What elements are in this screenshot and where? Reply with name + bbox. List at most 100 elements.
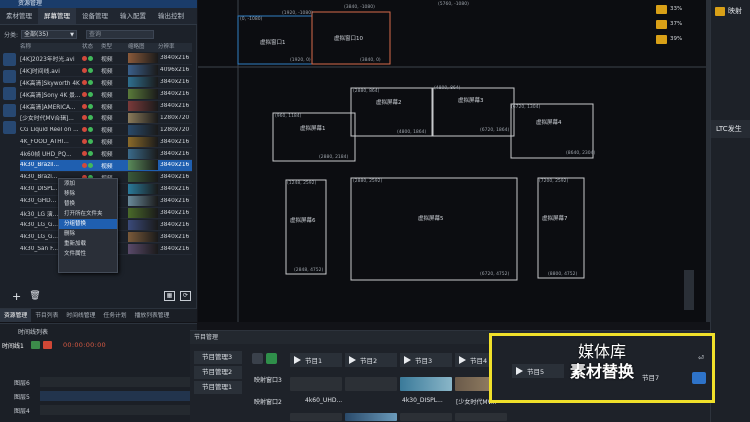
tab-schedule[interactable]: 任务计划 xyxy=(99,309,130,322)
program-controls xyxy=(252,353,277,364)
thumb-slot[interactable] xyxy=(290,413,342,421)
search-input[interactable]: 查询 xyxy=(86,29,155,39)
row-status xyxy=(82,127,101,133)
row-resolution: 3840x216 xyxy=(160,103,190,109)
program-group[interactable]: 节目管理1 xyxy=(194,381,242,394)
record-button[interactable] xyxy=(43,341,52,349)
tab-output[interactable]: 输出控制 xyxy=(152,8,190,24)
tool-icon[interactable] xyxy=(3,87,16,100)
thumb-slot[interactable] xyxy=(345,413,397,421)
program-tab[interactable]: 节目7 xyxy=(642,372,659,382)
context-menu-item[interactable]: 文件属性 xyxy=(59,249,117,259)
row-thumbnail xyxy=(128,112,158,123)
table-row[interactable]: 4k30_Brazil... 视频 3840x216 xyxy=(20,160,192,172)
thumb-slot[interactable] xyxy=(400,413,452,421)
program-tab[interactable]: 节目3 xyxy=(400,353,452,367)
layer-track[interactable] xyxy=(40,391,190,401)
row-thumbnail xyxy=(128,196,158,207)
program-groups: 节目管理3 节目管理2 节目管理1 xyxy=(194,351,242,396)
coord-label: (3840, 0) xyxy=(360,58,381,63)
tab-timeline-manage[interactable]: 时间线管理 xyxy=(62,309,99,322)
trash-icon[interactable]: 🗑 xyxy=(29,291,40,301)
row-thumbnail xyxy=(128,148,158,159)
status-dot-icon xyxy=(82,115,87,121)
table-row[interactable]: [4K高清]AMERICA... 视频 3840x216 xyxy=(20,101,192,113)
program-thumbs-row2 xyxy=(290,413,507,421)
table-row[interactable]: CG Liquid Reel on ... 视频 1280x720 xyxy=(20,124,192,137)
table-row[interactable]: [4K高清]Skyworth 4K 效... 视频 3840x216 xyxy=(20,77,192,89)
loop-button[interactable] xyxy=(266,353,277,364)
tab-program-list[interactable]: 节目列表 xyxy=(31,309,62,322)
program-group[interactable]: 节目管理2 xyxy=(194,366,242,379)
screen-label: 虚拟屏幕5 xyxy=(418,216,444,222)
image-icon[interactable]: ▦ xyxy=(164,291,175,301)
col-name[interactable]: 名称 xyxy=(20,43,82,52)
program-tabs: 节目1 节目2 节目3 节目4 xyxy=(290,353,507,367)
refresh-icon[interactable]: ⟳ xyxy=(180,291,191,301)
tab-device[interactable]: 设备管理 xyxy=(76,8,114,24)
category-select[interactable]: 全部(35) ▼ xyxy=(21,29,78,39)
play-button[interactable] xyxy=(31,341,40,349)
coord-label: (960, 1184) xyxy=(275,114,302,119)
context-menu-item[interactable]: 添加 xyxy=(59,179,117,189)
thumb-slot[interactable] xyxy=(400,377,452,391)
ltc-generator[interactable]: LTC发生 xyxy=(711,120,750,138)
row-name: [4K]2023年时光.avi xyxy=(20,56,75,63)
row-thumbnail xyxy=(128,53,158,64)
tool-icon[interactable] xyxy=(3,121,16,134)
tool-icon[interactable] xyxy=(3,53,16,66)
table-row[interactable]: 4K_FOOD_ATHI... 视频 3840x216 xyxy=(20,136,192,149)
tool-icon[interactable] xyxy=(3,70,16,83)
table-row[interactable]: [4K高清]Sony 4K 景... 视频 3840x216 xyxy=(20,89,192,101)
timeline-name[interactable]: 时间线1 xyxy=(2,341,28,350)
category-label: 分类: xyxy=(4,31,19,39)
context-menu-item[interactable]: 移除 xyxy=(59,189,117,199)
context-menu-item[interactable]: 分组替换 xyxy=(59,219,117,229)
media-library-icon[interactable] xyxy=(692,372,706,384)
table-row[interactable]: [少女时代MV合辑]... 视频 1280x720 xyxy=(20,112,192,125)
table-row[interactable]: [4K]2023年时光.avi 视频 3840x216 xyxy=(20,53,192,65)
context-menu: 添加 移除 替换 打开所在文件夹 分组替换 删除 重新加载 文件属性 xyxy=(58,178,118,273)
col-resolution[interactable]: 分辨率 xyxy=(158,43,192,52)
context-menu-item[interactable]: 打开所在文件夹 xyxy=(59,209,117,219)
context-menu-item[interactable]: 删除 xyxy=(59,229,117,239)
tab-screen[interactable]: 屏幕管理 xyxy=(38,8,76,24)
context-menu-item[interactable]: 替换 xyxy=(59,199,117,209)
virtual-screen-1 xyxy=(272,112,356,162)
thumb-slot[interactable] xyxy=(290,377,342,391)
row-name: 4K_FOOD_ATHI... xyxy=(20,138,69,145)
add-icon[interactable]: + xyxy=(12,290,21,303)
table-row[interactable]: [4K]时间线.avi 视频 4096x216 xyxy=(20,65,192,77)
layer-track[interactable] xyxy=(40,377,190,387)
device-icon xyxy=(656,4,667,14)
row-resolution: 3840x216 xyxy=(160,138,190,145)
status-dot-icon xyxy=(88,139,93,145)
tab-resource[interactable]: 资源管理 xyxy=(0,309,32,322)
layer-track[interactable] xyxy=(40,405,190,415)
col-thumb[interactable]: 缩略图 xyxy=(128,43,158,52)
program-group[interactable]: 节目管理3 xyxy=(194,351,242,364)
col-status[interactable]: 状态 xyxy=(82,43,101,52)
tab-input[interactable]: 输入配置 xyxy=(114,8,152,24)
thumb-slot[interactable] xyxy=(455,413,507,421)
tab-material[interactable]: 素材管理 xyxy=(0,8,38,24)
row-type: 视频 xyxy=(101,163,113,170)
coord-label: (2880, 2592) xyxy=(353,179,383,184)
thumb-slot[interactable] xyxy=(345,377,397,391)
program-tab[interactable]: 节目1 xyxy=(290,353,342,367)
tool-icon[interactable] xyxy=(3,104,16,117)
col-type[interactable]: 类型 xyxy=(101,43,128,52)
screen-canvas[interactable]: (0, -1080) (1920, -1080) (5760, -1080) 虚… xyxy=(198,0,710,322)
stop-button[interactable] xyxy=(252,353,263,364)
row-status xyxy=(82,162,101,168)
send-icon[interactable]: ⏎ xyxy=(698,354,704,362)
program-tab[interactable]: 节目2 xyxy=(345,353,397,367)
table-row[interactable]: 4k60帧 UHD_PQ... 视频 3840x216 xyxy=(20,148,192,161)
window-label[interactable]: 映射窗口2 xyxy=(250,397,290,408)
context-menu-item[interactable]: 重新加载 xyxy=(59,239,117,249)
mapping-item[interactable]: 映射 xyxy=(711,0,750,16)
resource-tabs: 素材管理 屏幕管理 设备管理 输入配置 输出控制 xyxy=(0,8,197,25)
row-thumbnail xyxy=(128,231,158,242)
tab-playlist[interactable]: 播放列表管理 xyxy=(131,309,174,322)
window-label[interactable]: 映射窗口3 xyxy=(250,375,290,386)
